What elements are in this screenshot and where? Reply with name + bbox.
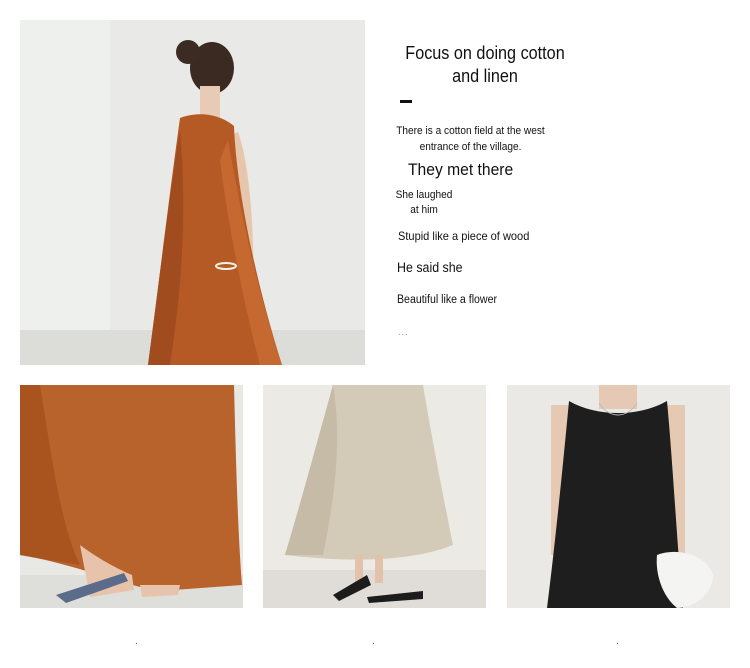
thumbnail-linen-hem[interactable] <box>263 385 486 608</box>
ellipsis-text: ... <box>398 327 409 337</box>
story-paragraph-4: He said she <box>397 260 463 275</box>
thumbnail-black-dress[interactable] <box>507 385 730 608</box>
main-product-photo <box>20 20 365 365</box>
headline: Focus on doing cotton and linen <box>405 43 565 86</box>
thumbnail-rust-hem[interactable] <box>20 385 243 608</box>
story-paragraph-5: Beautiful like a flower <box>397 294 497 306</box>
thumbnail-caption-3: . <box>616 636 619 647</box>
story-paragraph-3: Stupid like a piece of wood <box>398 229 530 243</box>
story-paragraph-1: There is a cotton field at the west entr… <box>396 125 545 153</box>
divider-dash <box>400 100 412 103</box>
thumbnail-caption-1: . <box>135 636 138 647</box>
story-heading: They met there <box>408 160 514 179</box>
story-paragraph-2: She laughed at him <box>395 189 453 216</box>
thumbnail-caption-2: . <box>372 636 375 647</box>
